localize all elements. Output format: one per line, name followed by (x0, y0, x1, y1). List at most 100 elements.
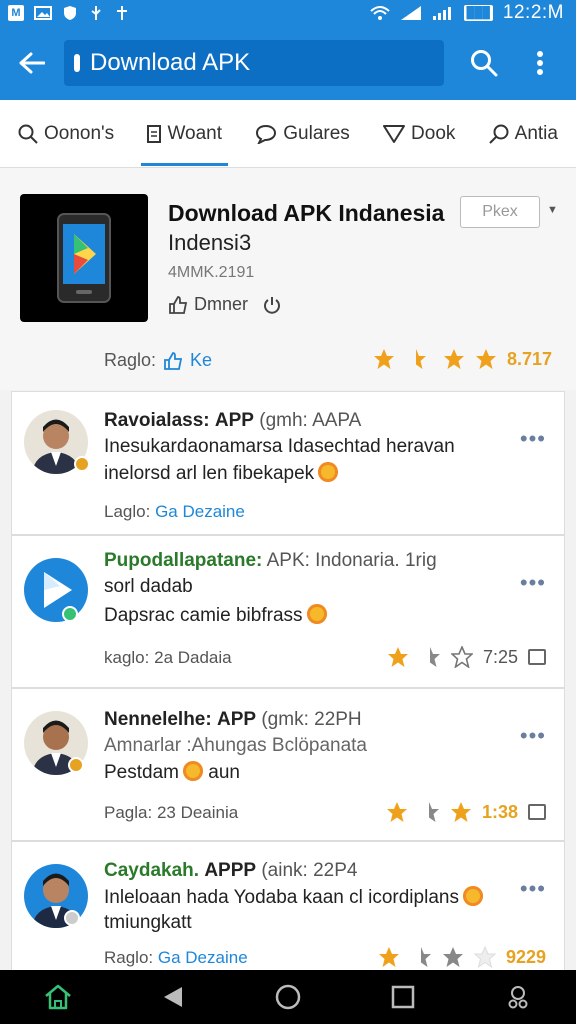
avatar[interactable] (24, 558, 88, 622)
back-button[interactable] (0, 26, 64, 100)
post-author: Nennelelhe: (104, 709, 212, 730)
post-score: 1:38 (481, 801, 518, 822)
search-icon (471, 50, 498, 77)
more-options-button[interactable]: ••• (520, 570, 546, 596)
post-text-line: Pestdam aun (104, 761, 240, 783)
rating-label: Raglo: (104, 350, 157, 370)
tab-label: Gulares (283, 122, 350, 144)
price-button[interactable]: Pkex (460, 196, 540, 228)
app-action-label: Dmner (194, 294, 249, 314)
more-vert-icon (537, 51, 543, 75)
post-score: 7:25 (482, 646, 518, 667)
post-author: Caydakah. (104, 860, 200, 881)
star-icon (450, 802, 471, 822)
emoji-icon (462, 886, 483, 906)
emoji-icon (306, 604, 327, 624)
post-author: Ravoialass: (104, 410, 210, 431)
post-title: Pupodallapatane: APK: Indonaria. 1rig (104, 550, 437, 572)
post-card[interactable]: Pupodallapatane: APK: Indonaria. 1rig ••… (11, 535, 565, 688)
post-star-rating[interactable]: 7:25 (387, 646, 546, 668)
thumb-up-icon (164, 351, 183, 370)
post-app: APP (216, 709, 257, 730)
app-score: 8.717 (506, 348, 552, 369)
signal-icon (400, 5, 422, 21)
app-title: Download APK Indanesia (168, 200, 445, 226)
post-text-line: Amnarlar :Ahungas Bclöpanata (104, 735, 367, 756)
post-star-rating[interactable]: 1:38 (386, 801, 546, 823)
star-icon (443, 349, 464, 369)
post-star-rating[interactable]: 9229 (378, 946, 546, 968)
more-options-button[interactable]: ••• (520, 723, 546, 749)
search-input[interactable]: Download APK (64, 40, 444, 86)
bookmark-icon[interactable] (528, 804, 546, 820)
star-icon (386, 802, 407, 822)
back-nav-button[interactable] (143, 970, 203, 1024)
post-meta: Laglo: Ga Dezaine (104, 502, 245, 521)
app-star-rating[interactable]: 8.717 (373, 348, 552, 370)
search-query: Download APK (90, 49, 251, 76)
recents-nav-button[interactable] (373, 970, 433, 1024)
post-text-line: tmiungkatt (104, 912, 192, 933)
shield-notification-icon (62, 5, 78, 21)
app-rating-row: Raglo: Ke (104, 350, 212, 371)
notification-icons: M (8, 5, 130, 21)
power-icon (264, 296, 280, 314)
post-tag: (aink: 22P4 (261, 860, 358, 881)
star-half-icon (428, 802, 439, 822)
tab-oonons[interactable]: Oonon's (18, 100, 114, 168)
overflow-menu-button[interactable] (512, 26, 568, 100)
more-options-button[interactable]: ••• (520, 876, 546, 902)
system-nav-bar (0, 970, 576, 1024)
battery-icon: ███ (463, 5, 493, 21)
post-tag: (gmh: AAPA (259, 410, 362, 431)
post-card[interactable]: Nennelelhe: APP (gmk: 22PH ••• Amnarlar … (11, 688, 565, 841)
tab-label: Oonon's (44, 122, 115, 144)
post-title: Caydakah. APPP (aink: 22P4 (104, 860, 357, 882)
arrow-left-icon (19, 52, 45, 74)
post-app: APK: Indonaria. 1rig (266, 550, 437, 571)
more-options-button[interactable]: ••• (520, 426, 546, 452)
image-notification-icon (34, 5, 52, 21)
accessibility-nav-button[interactable] (488, 970, 548, 1024)
tab-antia[interactable]: Antia (488, 100, 558, 168)
document-icon (147, 124, 162, 143)
chat-icon (256, 124, 277, 144)
post-text-line: Dapsrac camie bibfrass (104, 604, 327, 627)
square-recents-icon (391, 985, 415, 1009)
emoji-icon (182, 761, 203, 781)
post-card[interactable]: Caydakah. APPP (aink: 22P4 ••• Inleloaan… (11, 841, 565, 970)
chevron-down-icon[interactable]: ▼ (547, 204, 558, 216)
search-button[interactable] (456, 26, 512, 100)
plus-notification-icon (114, 5, 130, 21)
circle-home-icon (275, 984, 301, 1010)
post-text-line: sorl dadab (104, 576, 193, 597)
tab-woant[interactable]: Woant (141, 100, 228, 168)
star-icon (387, 647, 408, 667)
text-cursor-icon (74, 54, 80, 72)
app-detail-card: Download APK Indanesia Indensi3 4MMK.219… (0, 168, 576, 390)
filter-icon (383, 124, 406, 143)
search-icon (18, 124, 38, 144)
post-app: APPP (204, 860, 257, 881)
verified-badge-icon (74, 456, 90, 472)
home-circle-button[interactable] (258, 970, 318, 1024)
play-store-icon (44, 572, 72, 608)
search-icon (488, 124, 509, 144)
post-card[interactable]: Ravoialass: APP (gmh: AAPA ••• Inesukard… (11, 391, 565, 535)
phone-play-store-icon (57, 213, 111, 303)
app-icon[interactable] (20, 194, 148, 322)
rating-value: Ke (190, 350, 213, 370)
home-nav-button[interactable] (28, 970, 88, 1024)
tab-gulares[interactable]: Gulares (255, 100, 350, 168)
star-icon (373, 349, 394, 369)
clock: 12:2:M (502, 2, 564, 23)
post-text-line: Inesukardaonamarsa Idasechtad heravan (104, 436, 455, 457)
thumb-up-icon (169, 295, 188, 314)
bookmark-icon[interactable] (528, 649, 546, 665)
tab-dook[interactable]: Dook (383, 100, 455, 168)
post-tag: (gmk: 22PH (261, 709, 362, 730)
app-action-row[interactable]: Dmner (168, 294, 282, 315)
star-outline-icon (473, 946, 496, 968)
star-outline-icon (450, 646, 473, 668)
home-icon (44, 984, 71, 1010)
